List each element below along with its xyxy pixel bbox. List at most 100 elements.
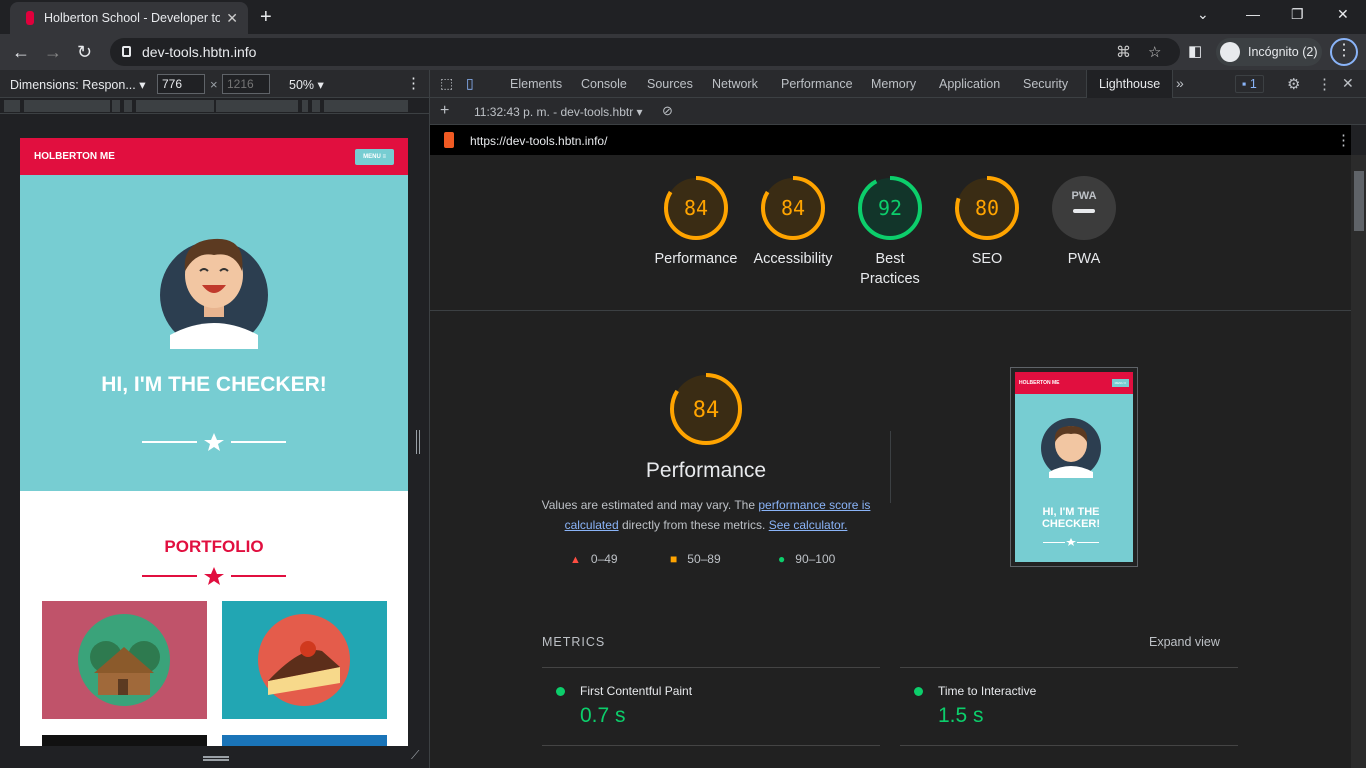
gauge-ring: 84 <box>761 176 825 240</box>
site-brand[interactable]: HOLBERTON ME <box>34 151 115 162</box>
media-query-ruler <box>0 98 429 114</box>
browser-tab[interactable]: Holberton School - Developer to ✕ <box>10 2 248 34</box>
tab-network[interactable]: Network <box>712 77 758 91</box>
screenshot-menu: MENU ≡ <box>1111 379 1129 387</box>
forward-icon[interactable]: → <box>44 42 62 63</box>
clear-reports-icon[interactable]: ⊘ <box>662 103 673 119</box>
zoom-label: 50% <box>289 78 315 92</box>
portfolio-tile-cake[interactable] <box>222 601 387 719</box>
pass-dot-icon <box>556 687 565 696</box>
restore-icon[interactable]: ❐ <box>1291 6 1304 23</box>
metric-value: 0.7 s <box>580 704 626 727</box>
device-toggle-icon[interactable]: ▯ <box>466 75 474 92</box>
cabin-icon <box>78 614 170 706</box>
gauge-performance[interactable]: 84 Performance <box>646 175 746 269</box>
gauge-label: Best Practices <box>860 251 920 287</box>
portfolio-section: PORTFOLIO <box>20 491 408 746</box>
new-report-icon[interactable]: + <box>440 102 449 120</box>
tab-sources[interactable]: Sources <box>647 77 693 91</box>
emulated-page[interactable]: HOLBERTON ME MENU ≡ HI, I'M THE CHECKER!… <box>20 138 408 746</box>
avatar-illustration <box>142 238 286 451</box>
metric-name: Time to Interactive <box>938 684 1037 698</box>
vertical-divider <box>890 431 891 503</box>
issues-badge[interactable]: ▪ 1 <box>1235 75 1264 93</box>
gauge-accessibility[interactable]: 84 Accessibility <box>743 175 843 269</box>
reload-icon[interactable]: ↻ <box>77 42 92 63</box>
settings-gear-icon[interactable]: ⚙ <box>1287 75 1300 93</box>
gauge-pwa[interactable]: PWA PWA <box>1034 175 1134 269</box>
gauge-seo[interactable]: 80 SEO <box>937 175 1037 269</box>
report-scrollbar[interactable] <box>1351 155 1366 768</box>
divider <box>430 310 1351 311</box>
bookmark-star-icon[interactable]: ☆ <box>1148 43 1161 61</box>
tab-application[interactable]: Application <box>939 77 1000 91</box>
menu-button[interactable]: MENU ≡ <box>355 148 394 165</box>
report-url[interactable]: https://dev-tools.hbtn.info/ <box>470 134 607 148</box>
resize-corner-icon[interactable]: ⟋ <box>411 748 419 763</box>
tab-performance[interactable]: Performance <box>781 77 853 91</box>
screenshot-page: HOLBERTON ME MENU ≡ HI, I'M THE CHECKER! <box>1015 372 1133 562</box>
tab-console[interactable]: Console <box>581 77 627 91</box>
perf-description: Values are estimated and may vary. The p… <box>536 495 876 535</box>
dimensions-label: Dimensions: Respon... <box>10 78 136 92</box>
metric-tti: Time to Interactive 1.5 s <box>900 667 1238 747</box>
metric-name: First Contentful Paint <box>580 684 693 698</box>
pwa-badge-icon: PWA <box>1052 176 1116 240</box>
portfolio-tile-3[interactable] <box>42 735 207 746</box>
height-input[interactable] <box>222 74 270 94</box>
close-devtools-icon[interactable]: ✕ <box>1342 75 1354 92</box>
portfolio-tile-4[interactable] <box>222 735 387 746</box>
lock-icon <box>122 46 131 57</box>
minimize-icon[interactable]: — <box>1246 6 1260 22</box>
gauge-label: Accessibility <box>753 251 833 267</box>
scrollbar-thumb[interactable] <box>1354 171 1364 231</box>
devtools-more-icon[interactable]: ⋮ <box>1317 75 1332 93</box>
new-tab-icon[interactable]: + <box>260 6 272 29</box>
portfolio-title: PORTFOLIO <box>164 537 264 556</box>
gauge-best-practices[interactable]: 92 Best Practices <box>840 175 940 289</box>
expand-view-button[interactable]: Expand view <box>1149 635 1220 649</box>
gauge-ring: 92 <box>858 176 922 240</box>
devtools-panel: ⬚ ▯ Elements Console Sources Network Per… <box>429 70 1366 768</box>
tab-lighthouse[interactable]: Lighthouse <box>1086 70 1174 98</box>
perf-score: 84 <box>693 398 720 423</box>
final-screenshot[interactable]: HOLBERTON ME MENU ≡ HI, I'M THE CHECKER! <box>1010 367 1138 567</box>
resize-handle-bottom[interactable] <box>203 756 229 761</box>
close-window-icon[interactable]: ✕ <box>1337 6 1349 23</box>
translate-icon[interactable]: ⌘ <box>1116 43 1131 61</box>
tab-search-icon[interactable]: ⌄ <box>1197 6 1209 23</box>
device-more-icon[interactable]: ⋮ <box>406 74 421 92</box>
zoom-select[interactable]: 50% ▾ <box>289 77 324 92</box>
gauge-label: PWA <box>1067 251 1101 267</box>
report-url-bar: https://dev-tools.hbtn.info/ ⋮ <box>430 125 1351 155</box>
resize-handle-right[interactable] <box>416 430 420 454</box>
perf-title: Performance <box>645 459 767 482</box>
gauge-ring: 80 <box>955 176 1019 240</box>
chrome-menu-icon[interactable]: ⋮ <box>1330 38 1358 66</box>
portfolio-tile-cabin[interactable] <box>42 601 207 719</box>
profile-button[interactable]: Incógnito (2) <box>1216 38 1322 66</box>
width-input[interactable] <box>157 74 205 94</box>
url-text[interactable]: dev-tools.hbtn.info <box>142 44 256 60</box>
metric-row-next-2 <box>900 745 1238 768</box>
omnibox[interactable]: dev-tools.hbtn.info ⌘ ☆ <box>110 38 1180 66</box>
legend-average-label: 50–89 <box>687 552 721 566</box>
tab-security[interactable]: Security <box>1023 77 1068 91</box>
report-select[interactable]: 11:32:43 p. m. - dev-tools.hbtr ▾ <box>474 105 643 119</box>
circle-icon: ● <box>778 552 786 566</box>
metric-fcp: First Contentful Paint 0.7 s <box>542 667 880 747</box>
tab-elements[interactable]: Elements <box>510 77 562 91</box>
more-tabs-icon[interactable]: » <box>1176 75 1184 91</box>
tab-memory[interactable]: Memory <box>871 77 916 91</box>
report-menu-icon[interactable]: ⋮ <box>1336 131 1351 149</box>
inspect-element-icon[interactable]: ⬚ <box>440 75 453 92</box>
back-icon[interactable]: ← <box>12 42 30 63</box>
legend-pass-label: 90–100 <box>795 552 836 566</box>
dimensions-select[interactable]: Dimensions: Respon... ▾ <box>10 77 146 92</box>
device-viewport: HOLBERTON ME MENU ≡ HI, I'M THE CHECKER!… <box>0 114 429 768</box>
see-calculator-link[interactable]: See calculator. <box>769 518 848 532</box>
devtools-tabbar: ⬚ ▯ Elements Console Sources Network Per… <box>430 70 1366 98</box>
lighthouse-toolbar: + 11:32:43 p. m. - dev-tools.hbtr ▾ ⊘ <box>430 98 1366 125</box>
close-tab-icon[interactable]: ✕ <box>226 10 238 27</box>
side-panel-icon[interactable]: ◧ <box>1188 42 1202 60</box>
